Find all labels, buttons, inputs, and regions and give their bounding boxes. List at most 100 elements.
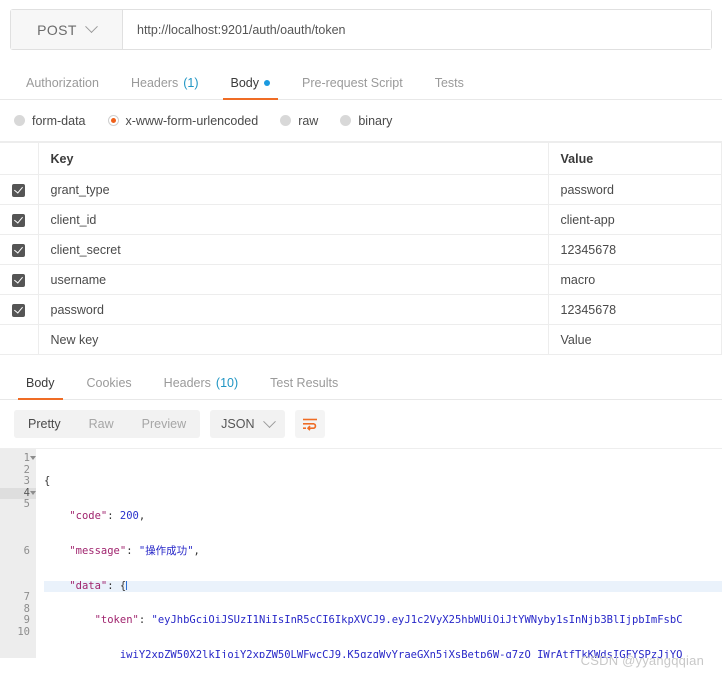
row-checkbox-cell[interactable]: [0, 234, 39, 265]
radio-form-data[interactable]: form-data: [14, 114, 86, 128]
url-input[interactable]: http://localhost:9201/auth/oauth/token: [123, 10, 711, 49]
request-bar: POST http://localhost:9201/auth/oauth/to…: [10, 9, 712, 50]
radio-binary-label: binary: [358, 113, 393, 128]
new-value-input[interactable]: Value: [548, 324, 722, 355]
line-number: 3: [23, 475, 30, 488]
response-body-code[interactable]: 1 2 3 4 5 6 7 8 9 10 { "code": 200, "mes…: [0, 448, 722, 658]
line-number: 8: [23, 602, 30, 615]
text-caret: [126, 580, 128, 590]
view-mode-raw[interactable]: Raw: [75, 410, 128, 438]
tab-pre-request-script-label: Pre-request Script: [302, 76, 403, 90]
radio-binary[interactable]: binary: [340, 114, 392, 128]
table-new-row: New key Value: [0, 324, 722, 355]
response-tab-body-label: Body: [26, 376, 55, 390]
radio-selected-icon: [107, 115, 119, 126]
params-table: Key Value grant_type password client_id …: [0, 142, 722, 355]
row-key[interactable]: grant_type: [38, 174, 549, 205]
code-line: "tokendata": {: [44, 580, 722, 593]
response-tab-test-results-label: Test Results: [270, 376, 339, 390]
row-key[interactable]: password: [38, 294, 549, 325]
fold-triangle-icon[interactable]: [30, 490, 36, 495]
radio-x-www-form-urlencoded-label: x-www-form-urlencoded: [125, 113, 259, 128]
http-method-selector[interactable]: POST: [11, 10, 123, 49]
line-number: 1: [0, 452, 36, 465]
checkbox-checked-icon[interactable]: [12, 273, 26, 287]
radio-raw-label: raw: [298, 113, 319, 128]
row-value[interactable]: password: [548, 174, 722, 205]
row-key[interactable]: client_id: [38, 204, 549, 235]
tab-body-label: Body: [230, 76, 260, 90]
http-method-label: POST: [37, 21, 77, 38]
radio-form-data-label: form-data: [32, 113, 86, 128]
code-line: "token": "eyJhbGciOiJSUzI1NiIsInR5cCI6Ik…: [94, 614, 683, 627]
tab-authorization[interactable]: Authorization: [10, 76, 115, 99]
table-row: client_secret 12345678: [0, 234, 722, 265]
line-number: 5: [23, 498, 30, 511]
json-message-value: 操作成功: [145, 544, 188, 557]
row-checkbox-cell[interactable]: [0, 264, 39, 295]
response-tab-headers-badge: (10): [215, 376, 239, 390]
response-tab-headers-label: Headers: [163, 376, 211, 390]
format-selector[interactable]: JSON: [210, 410, 286, 438]
code-line: {: [44, 475, 51, 488]
radio-raw[interactable]: raw: [280, 114, 318, 128]
code-line: "code": 200,: [69, 509, 146, 522]
line-number: 7: [23, 591, 30, 604]
row-value[interactable]: macro: [548, 264, 722, 295]
checkbox-checked-icon[interactable]: [12, 183, 26, 197]
response-tab-cookies[interactable]: Cookies: [71, 376, 148, 399]
request-tabs: Authorization Headers (1) Body Pre-reque…: [0, 64, 722, 100]
table-row: password 12345678: [0, 294, 722, 325]
view-mode-pretty[interactable]: Pretty: [14, 410, 75, 438]
tab-tests-label: Tests: [434, 76, 464, 90]
checkbox-checked-icon[interactable]: [12, 303, 26, 317]
new-row-checkbox-cell: [0, 324, 39, 355]
json-code-content[interactable]: { "code": 200, "message": "操作成功", "token…: [36, 449, 722, 658]
checkbox-checked-icon[interactable]: [12, 213, 26, 227]
radio-unselected-icon: [280, 115, 292, 126]
format-label: JSON: [221, 417, 255, 431]
tab-headers[interactable]: Headers (1): [115, 76, 215, 99]
radio-x-www-form-urlencoded[interactable]: x-www-form-urlencoded: [107, 113, 259, 128]
chevron-down-icon: [263, 414, 277, 428]
tab-body[interactable]: Body: [215, 76, 287, 100]
watermark: CSDN @yyangqqian: [580, 653, 704, 668]
row-value[interactable]: client-app: [548, 204, 722, 235]
line-number-gutter: 1 2 3 4 5 6 7 8 9 10: [0, 449, 36, 658]
line-number: 6: [23, 544, 30, 557]
response-tab-body[interactable]: Body: [10, 376, 71, 400]
table-row: grant_type password: [0, 174, 722, 205]
row-checkbox-cell[interactable]: [0, 294, 39, 325]
checkbox-checked-icon[interactable]: [12, 243, 26, 257]
table-row: username macro: [0, 264, 722, 295]
row-value[interactable]: 12345678: [548, 234, 722, 265]
radio-unselected-icon: [14, 115, 25, 126]
response-tab-test-results[interactable]: Test Results: [254, 376, 354, 399]
row-key[interactable]: username: [38, 264, 549, 295]
tab-headers-label: Headers: [130, 76, 179, 90]
fold-triangle-icon[interactable]: [30, 456, 36, 460]
json-code-value: 200: [119, 509, 139, 522]
url-text: http://localhost:9201/auth/oauth/token: [137, 22, 346, 37]
radio-unselected-icon: [340, 115, 352, 126]
tab-tests[interactable]: Tests: [419, 76, 480, 99]
header-key: Key: [38, 142, 549, 175]
row-value[interactable]: 12345678: [548, 294, 722, 325]
word-wrap-icon: [303, 418, 318, 431]
response-tab-headers[interactable]: Headers (10): [148, 376, 254, 399]
word-wrap-button[interactable]: [295, 410, 326, 438]
tab-authorization-label: Authorization: [26, 76, 99, 90]
row-key[interactable]: client_secret: [38, 234, 549, 265]
tab-pre-request-script[interactable]: Pre-request Script: [286, 76, 419, 99]
new-key-input[interactable]: New key: [38, 324, 549, 355]
line-number: 2: [23, 463, 30, 476]
row-checkbox-cell[interactable]: [0, 174, 39, 205]
view-mode-preview[interactable]: Preview: [128, 410, 200, 438]
row-checkbox-cell[interactable]: [0, 204, 39, 235]
json-token-key: token: [100, 614, 133, 627]
